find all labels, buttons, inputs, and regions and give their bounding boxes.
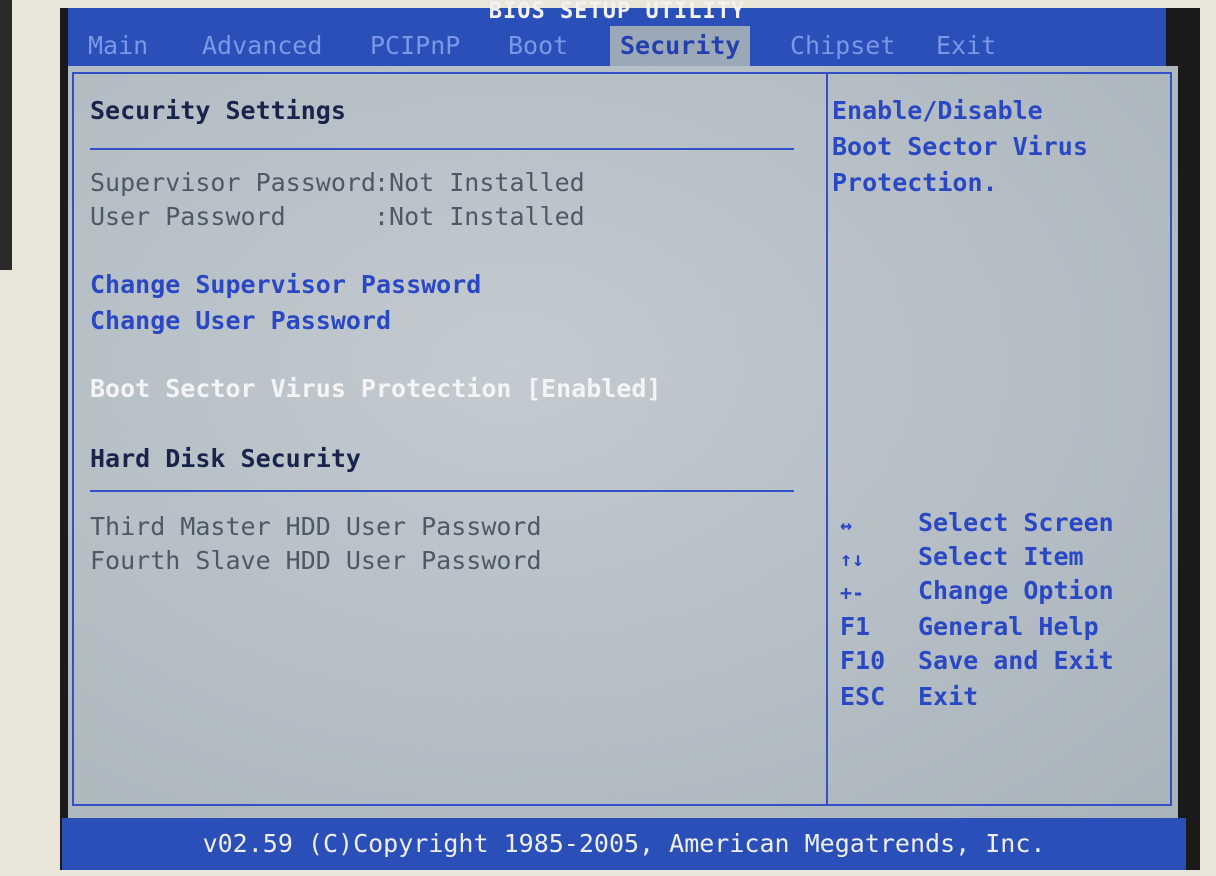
panel-divider	[826, 74, 828, 806]
tab-security[interactable]: Security	[610, 26, 751, 66]
help-key-f1: F1	[840, 612, 871, 641]
help-exit: Exit	[918, 682, 979, 711]
bios-header: BIOS SETUP UTILITY Main Advanced PCIPnP …	[68, 1, 1166, 66]
help-select-item: Select Item	[918, 542, 1084, 571]
security-settings-heading: Security Settings	[90, 96, 346, 125]
plus-minus-key-icon: +-	[840, 581, 865, 605]
tab-chipset[interactable]: Chipset	[780, 26, 905, 66]
help-description-line-1: Enable/Disable	[832, 96, 1043, 125]
tab-boot[interactable]: Boot	[498, 26, 578, 66]
left-right-arrow-icon: ↔	[840, 513, 853, 537]
help-select-screen: Select Screen	[918, 508, 1114, 537]
hard-disk-security-heading: Hard Disk Security	[90, 444, 361, 473]
tab-exit[interactable]: Exit	[926, 26, 1006, 66]
bios-title: BIOS SETUP UTILITY	[488, 0, 746, 23]
user-password-status: :Not Installed	[374, 202, 585, 231]
supervisor-password-status: :Not Installed	[374, 168, 585, 197]
boot-sector-virus-protection-label[interactable]: Boot Sector Virus Protection	[90, 374, 511, 404]
up-down-arrow-icon: ↑↓	[840, 547, 865, 571]
help-description-line-3: Protection.	[832, 168, 998, 197]
help-save-and-exit: Save and Exit	[918, 646, 1114, 675]
monitor-edge-shadow	[0, 0, 12, 270]
heading-underline	[90, 148, 794, 150]
third-master-hdd-password-item[interactable]: Third Master HDD User Password	[90, 512, 542, 542]
copyright-footer: v02.59 (C)Copyright 1985-2005, American …	[62, 818, 1186, 870]
tab-advanced[interactable]: Advanced	[192, 26, 332, 66]
tab-main[interactable]: Main	[78, 26, 158, 66]
tab-bar: Main Advanced PCIPnP Boot Security Chips…	[68, 26, 1166, 66]
help-general-help: General Help	[918, 612, 1099, 641]
help-change-option: Change Option	[918, 576, 1114, 605]
help-key-f10: F10	[840, 646, 886, 675]
hdd-heading-underline	[90, 490, 794, 492]
user-password-label: User Password	[90, 202, 286, 231]
change-user-password-item[interactable]: Change User Password	[90, 306, 391, 336]
boot-sector-virus-protection-value[interactable]: [Enabled]	[526, 374, 661, 404]
supervisor-password-label: Supervisor Password	[90, 168, 376, 197]
content-panel: Security Settings Supervisor Password :N…	[68, 66, 1178, 818]
change-supervisor-password-item[interactable]: Change Supervisor Password	[90, 270, 481, 300]
fourth-slave-hdd-password-item[interactable]: Fourth Slave HDD User Password	[90, 546, 542, 576]
tab-pcipnp[interactable]: PCIPnP	[360, 26, 470, 66]
help-description-line-2: Boot Sector Virus	[832, 132, 1088, 161]
help-key-esc: ESC	[840, 682, 886, 711]
